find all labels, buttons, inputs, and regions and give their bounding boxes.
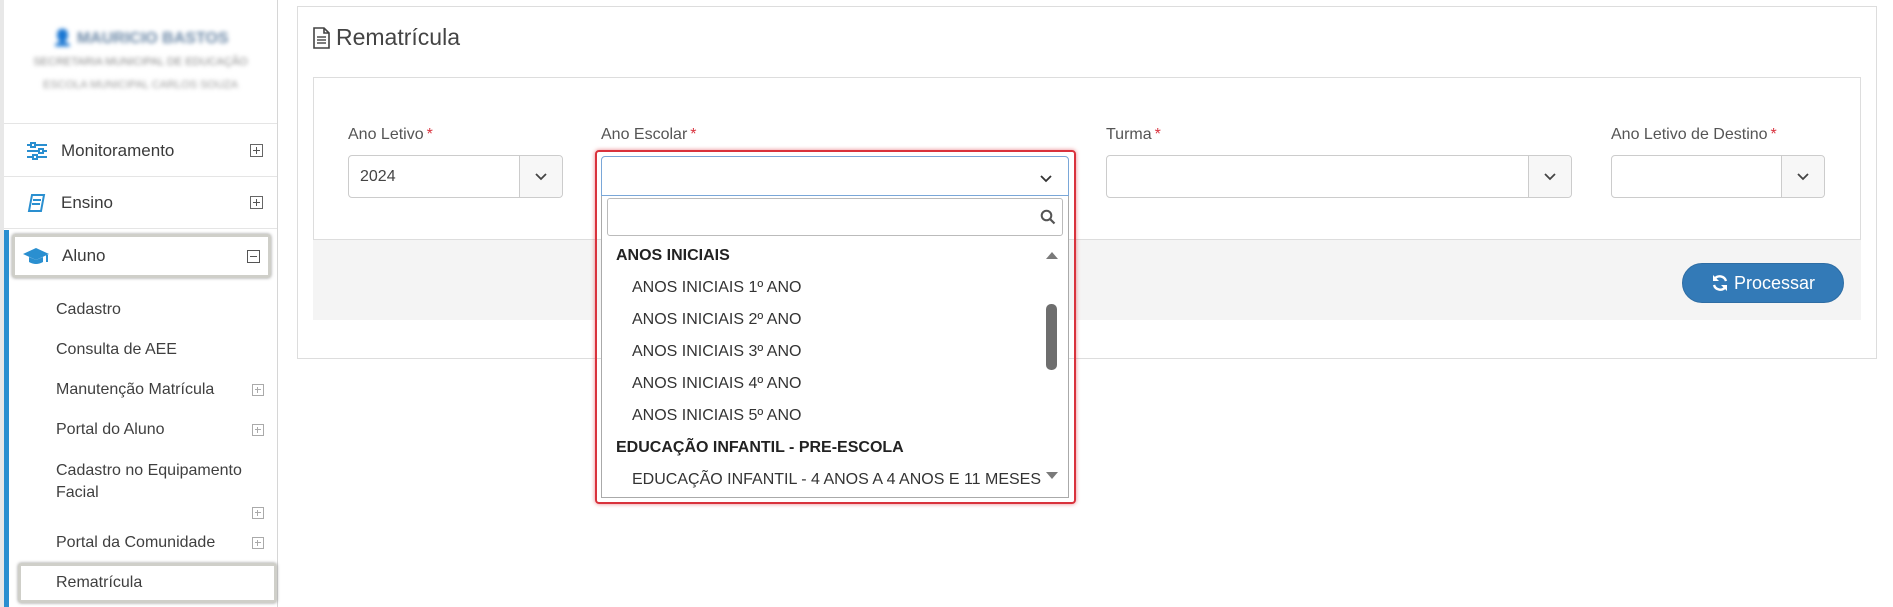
sidebar-subitem-cadastro[interactable]: Cadastro (56, 301, 121, 319)
user-name-text: MAURICIO BASTOS (76, 30, 229, 47)
sidebar: 👤 MAURICIO BASTOS SECRETARIA MUNICIPAL D… (0, 0, 278, 607)
dropdown-option[interactable]: EDUCAÇÃO INFANTIL - 4 ANOS A 4 ANOS E 11… (632, 471, 1041, 489)
required-marker: * (1770, 126, 1777, 143)
sidebar-item-aluno[interactable]: Aluno (12, 234, 271, 278)
sidebar-item-label: Ensino (61, 192, 113, 212)
scroll-down-arrow-icon[interactable] (1046, 472, 1058, 479)
turma-select[interactable] (1106, 155, 1572, 198)
book-icon (22, 193, 52, 213)
expand-icon[interactable] (252, 424, 264, 436)
user-school: ESCOLA MUNICIPAL CARLOS SOUZA (43, 79, 238, 91)
ano-escolar-label: Ano Escolar * (601, 126, 697, 144)
chevron-down-icon[interactable] (1781, 156, 1824, 197)
dropdown-search-input[interactable] (607, 198, 1063, 236)
dropdown-option[interactable]: ANOS INICIAIS 4º ANO (632, 375, 801, 393)
sidebar-subitem-cadastro-equipamento[interactable]: Cadastro no Equipamento Facial (56, 460, 256, 504)
dropdown-group-label: ANOS INICIAIS (616, 247, 730, 264)
app-root: 👤 MAURICIO BASTOS SECRETARIA MUNICIPAL D… (0, 0, 1893, 607)
graduation-cap-icon (21, 246, 51, 266)
process-button[interactable]: Processar (1682, 263, 1844, 303)
chevron-down-icon[interactable] (519, 156, 562, 197)
sidebar-subitem-portal-comunidade[interactable]: Portal da Comunidade (56, 534, 215, 552)
refresh-icon (1712, 275, 1728, 291)
sidebar-subitem-portal-aluno[interactable]: Portal do Aluno (56, 421, 165, 439)
ano-letivo-select[interactable]: 2024 (348, 155, 563, 198)
sidebar-item-ensino[interactable]: Ensino (4, 177, 277, 229)
user-department: SECRETARIA MUNICIPAL DE EDUCAÇÃO (33, 56, 248, 68)
turma-label: Turma * (1106, 126, 1161, 144)
page-title-text: Rematrícula (336, 24, 460, 50)
label-text: Turma (1106, 126, 1152, 143)
sidebar-subitem-manutencao-matricula[interactable]: Manutenção Matrícula (56, 381, 214, 399)
sidebar-item-label: Monitoramento (61, 140, 175, 160)
scroll-up-arrow-icon[interactable] (1046, 252, 1058, 259)
dropdown-option[interactable]: ANOS INICIAIS 3º ANO (632, 343, 801, 361)
ano-escolar-select[interactable] (601, 156, 1069, 196)
sidebar-subitem-rematricula[interactable]: Rematrícula (56, 574, 142, 592)
sidebar-subitem-consulta-aee[interactable]: Consulta de AEE (56, 341, 177, 359)
expand-icon[interactable] (250, 196, 263, 209)
ano-letivo-destino-select[interactable] (1611, 155, 1825, 198)
sliders-icon (22, 141, 52, 160)
page-title: Rematrícula (312, 24, 460, 51)
expand-icon[interactable] (252, 384, 264, 396)
user-name: 👤 MAURICIO BASTOS (4, 28, 277, 48)
required-marker: * (690, 126, 697, 143)
dropdown-group-label: EDUCAÇÃO INFANTIL - PRE-ESCOLA (616, 439, 904, 456)
user-profile: 👤 MAURICIO BASTOS SECRETARIA MUNICIPAL D… (4, 0, 277, 124)
expand-icon[interactable] (252, 537, 264, 549)
label-text: Ano Escolar (601, 126, 688, 143)
ano-letivo-label: Ano Letivo * (348, 126, 433, 144)
required-marker: * (426, 126, 433, 143)
form-footer (313, 240, 1861, 320)
scrollbar-thumb[interactable] (1046, 304, 1057, 370)
chevron-down-icon[interactable] (1528, 156, 1571, 197)
label-text: Ano Letivo (348, 126, 424, 143)
collapse-icon[interactable] (247, 249, 260, 263)
dropdown-option[interactable]: ANOS INICIAIS 5º ANO (632, 407, 801, 425)
process-button-label: Processar (1733, 272, 1816, 293)
selected-value: 2024 (360, 167, 396, 185)
label-text: Ano Letivo de Destino (1611, 126, 1768, 143)
sidebar-item-monitoramento[interactable]: Monitoramento (4, 125, 277, 177)
dropdown-option[interactable]: ANOS INICIAIS 2º ANO (632, 311, 801, 329)
required-marker: * (1154, 126, 1161, 143)
sidebar-item-label: Aluno (62, 246, 106, 265)
ano-letivo-destino-label: Ano Letivo de Destino * (1611, 126, 1777, 144)
dropdown-option[interactable]: ANOS INICIAIS 1º ANO (632, 279, 801, 297)
user-icon: 👤 (52, 30, 73, 47)
chevron-down-icon[interactable] (1040, 170, 1052, 188)
search-icon (1040, 209, 1056, 230)
document-icon (313, 26, 330, 49)
expand-icon[interactable] (250, 144, 263, 157)
expand-icon[interactable] (252, 507, 264, 519)
